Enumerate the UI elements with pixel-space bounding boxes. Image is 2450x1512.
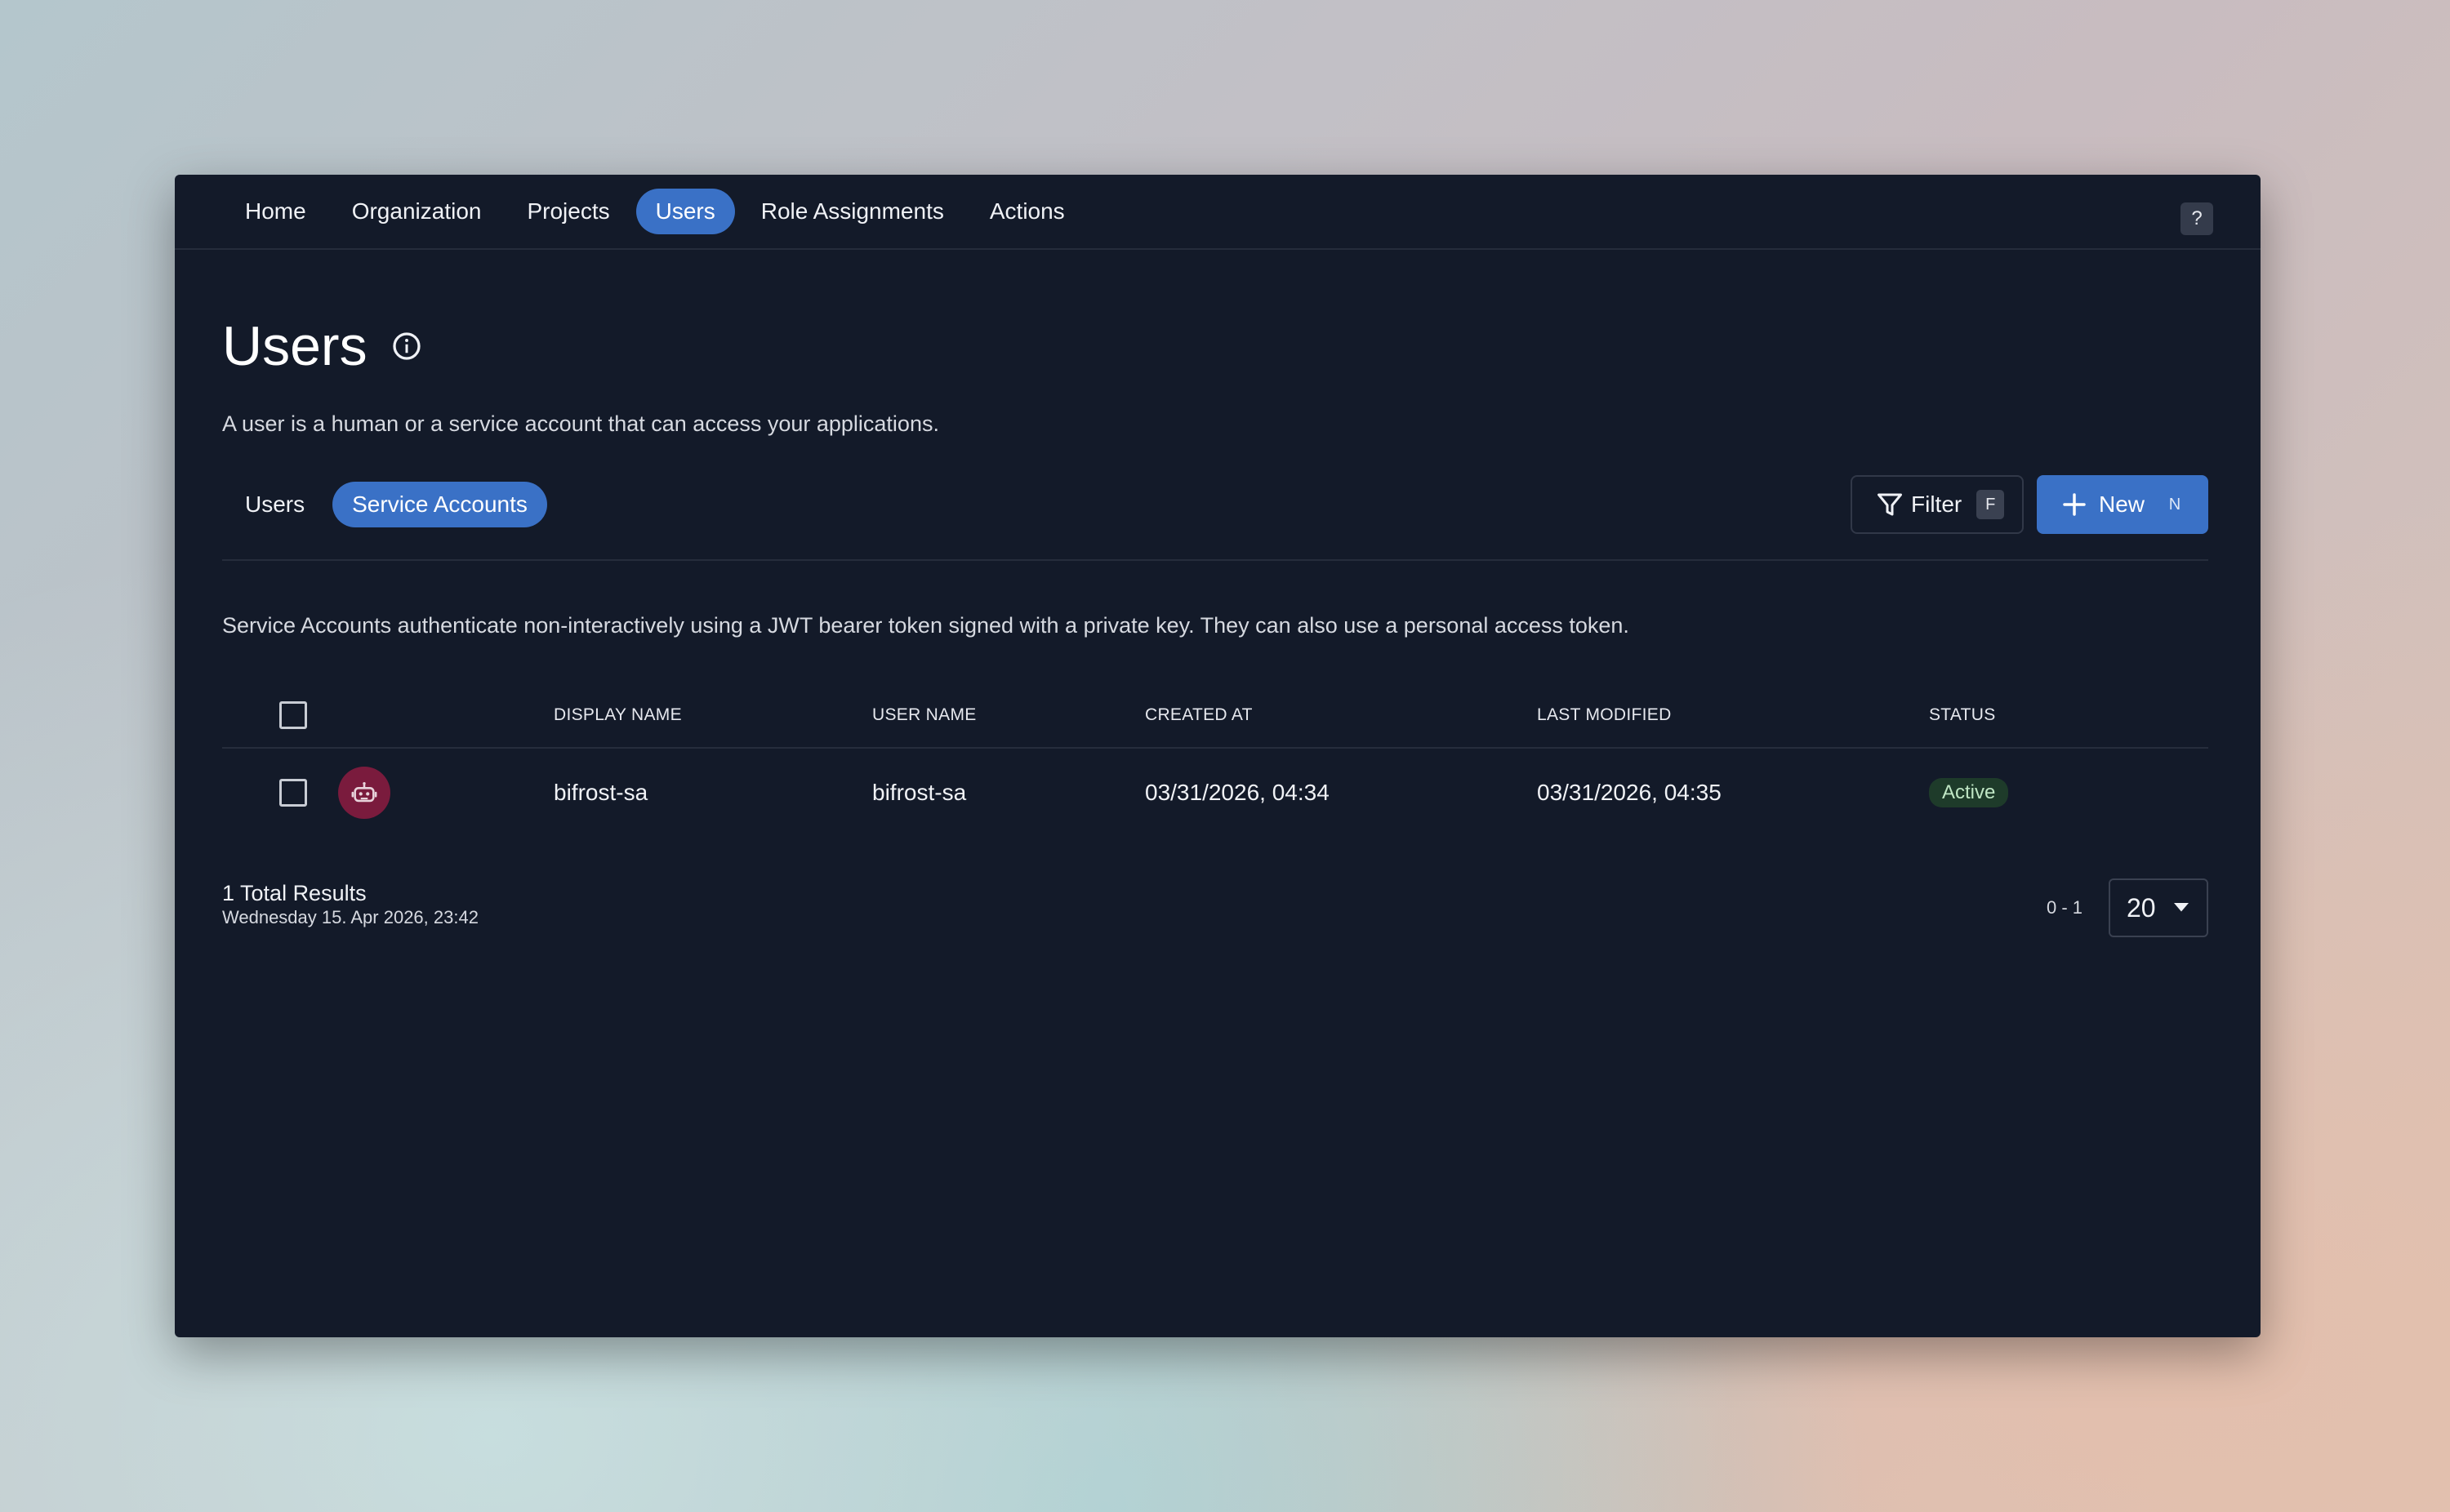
cell-created-at: 03/31/2026, 04:34	[1145, 779, 1330, 805]
column-status[interactable]: STATUS	[1929, 683, 2208, 749]
status-badge: Active	[1929, 777, 2009, 807]
service-accounts-description: Service Accounts authenticate non-intera…	[222, 613, 1629, 638]
column-display-name[interactable]: DISPLAY NAME	[554, 683, 872, 749]
table-row[interactable]: bifrost-sa bifrost-sa 03/31/2026, 04:34 …	[222, 748, 2208, 836]
help-button[interactable]: ?	[2180, 202, 2213, 235]
page-size-select[interactable]: 20	[2109, 878, 2208, 937]
robot-icon	[337, 766, 390, 819]
filter-icon	[1878, 493, 1902, 516]
tabs-row: Users Service Accounts Filter F New N	[222, 474, 2208, 535]
caret-down-icon	[2174, 903, 2189, 912]
filter-shortcut-key: F	[1976, 490, 2005, 519]
nav-item-actions[interactable]: Actions	[970, 189, 1085, 234]
results-timestamp: Wednesday 15. Apr 2026, 23:42	[222, 907, 479, 927]
toolbar-actions: Filter F New N	[1851, 475, 2208, 534]
select-all-cell	[222, 683, 554, 749]
tab-service-accounts[interactable]: Service Accounts	[332, 482, 547, 527]
title-row: Users	[222, 314, 2208, 379]
info-icon[interactable]	[392, 331, 421, 361]
filter-label: Filter	[1911, 491, 1962, 517]
new-label: New	[2099, 491, 2145, 517]
table-header-row: DISPLAY NAME USER NAME CREATED AT LAST M…	[222, 683, 2208, 749]
divider	[222, 559, 2208, 561]
cell-last-modified: 03/31/2026, 04:35	[1537, 779, 1722, 805]
app-window: Home Organization Projects Users Role As…	[175, 175, 2261, 1337]
select-all-checkbox[interactable]	[279, 700, 307, 729]
column-last-modified[interactable]: LAST MODIFIED	[1537, 683, 1929, 749]
nav-item-users[interactable]: Users	[635, 189, 735, 234]
page-range: 0 - 1	[2046, 897, 2082, 918]
nav-item-home[interactable]: Home	[225, 189, 326, 234]
row-select-cell	[222, 748, 554, 836]
page-subtitle: A user is a human or a service account t…	[222, 411, 939, 436]
tabs: Users Service Accounts	[222, 482, 552, 527]
plus-icon	[2063, 493, 2086, 516]
nav-item-projects[interactable]: Projects	[507, 189, 629, 234]
pagination: 0 - 1 20	[2047, 878, 2208, 937]
cell-status: Active	[1929, 748, 2208, 836]
total-results: 1 Total Results	[222, 881, 367, 905]
column-created-at[interactable]: CREATED AT	[1145, 683, 1537, 749]
table-footer: 1 Total Results Wednesday 15. Apr 2026, …	[222, 878, 2208, 937]
filter-button[interactable]: Filter F	[1851, 475, 2024, 534]
page-size-value: 20	[2127, 892, 2156, 923]
robot-icon-svg	[351, 781, 377, 802]
service-accounts-table: DISPLAY NAME USER NAME CREATED AT LAST M…	[222, 683, 2208, 836]
page-title: Users	[222, 315, 368, 377]
cell-user-name: bifrost-sa	[872, 779, 967, 805]
top-navigation: Home Organization Projects Users Role As…	[175, 175, 2261, 250]
row-checkbox[interactable]	[279, 778, 307, 807]
nav-item-role-assignments[interactable]: Role Assignments	[742, 189, 964, 234]
nav-item-organization[interactable]: Organization	[332, 189, 501, 234]
results-summary: 1 Total Results Wednesday 15. Apr 2026, …	[222, 880, 479, 929]
tab-users[interactable]: Users	[222, 482, 327, 527]
column-user-name[interactable]: USER NAME	[872, 683, 1145, 749]
main-content: Users A user is a human or a service acc…	[175, 314, 2261, 937]
new-shortcut-key: N	[2168, 495, 2181, 514]
cell-display-name: bifrost-sa	[554, 779, 648, 805]
new-button[interactable]: New N	[2037, 475, 2208, 534]
